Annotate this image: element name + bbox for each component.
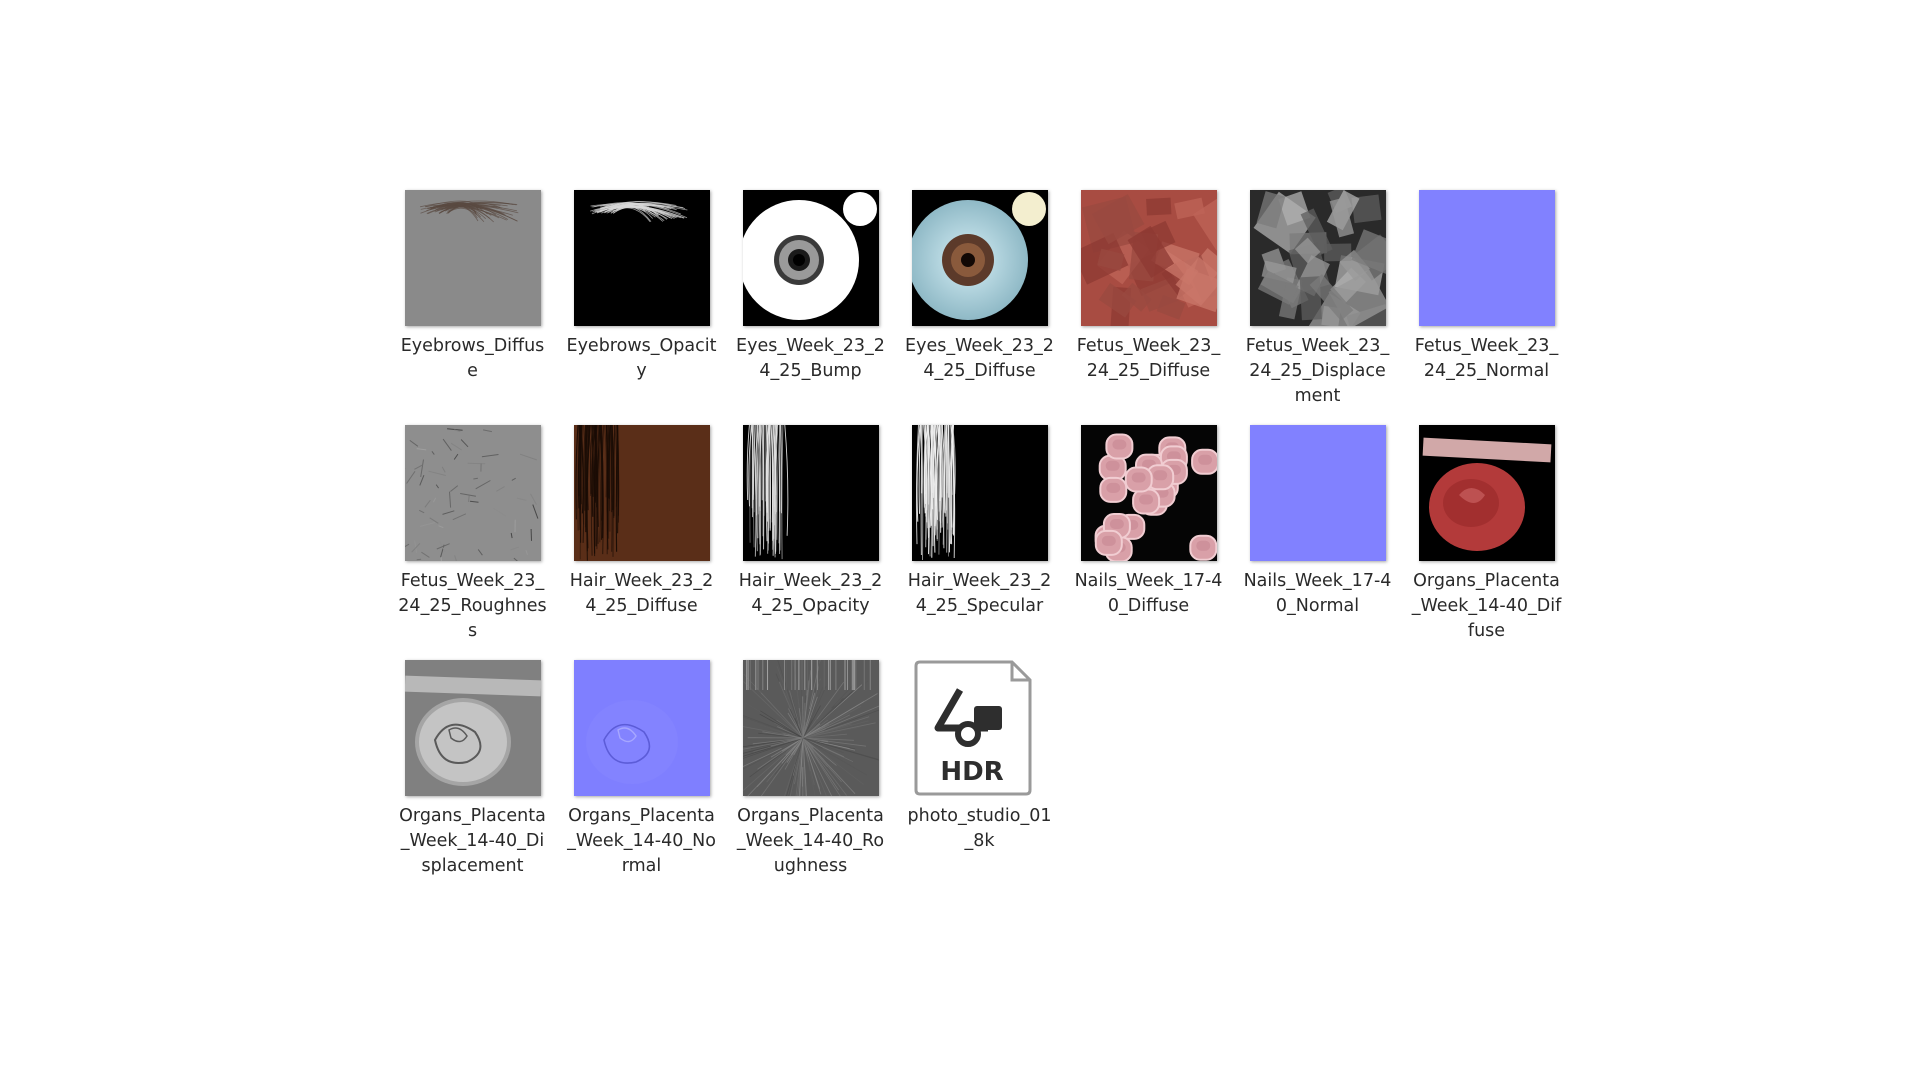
file-item[interactable]: Organs_Placenta_Week_14-40_Normal <box>557 648 726 883</box>
eyes-bump-thumbnail <box>742 190 879 326</box>
file-item[interactable]: Organs_Placenta_Week_14-40_Diffuse <box>1402 413 1571 648</box>
placenta-diffuse-thumbnail <box>1418 425 1555 561</box>
file-name[interactable]: Fetus_Week_23_24_25_Diffuse <box>1073 334 1225 384</box>
hair-opacity-thumbnail <box>742 425 879 561</box>
file-item[interactable]: Organs_Placenta_Week_14-40_Displacement <box>388 648 557 883</box>
file-thumbnail[interactable] <box>742 660 879 796</box>
file-thumbnail[interactable] <box>1080 190 1217 326</box>
file-item[interactable]: Eyes_Week_23_24_25_Bump <box>726 178 895 413</box>
file-thumbnail[interactable] <box>573 190 710 326</box>
file-name[interactable]: Nails_Week_17-40_Normal <box>1242 569 1394 619</box>
file-name[interactable]: Hair_Week_23_24_25_Diffuse <box>566 569 718 619</box>
placenta-roughness-thumbnail <box>742 660 879 796</box>
placenta-displacement-thumbnail <box>404 660 541 796</box>
hdr-badge: HDR <box>940 757 1003 787</box>
normal-map-thumbnail <box>1249 425 1386 561</box>
file-item[interactable]: Hair_Week_23_24_25_Opacity <box>726 413 895 648</box>
file-thumbnail[interactable] <box>911 190 1048 326</box>
file-thumbnail[interactable] <box>573 660 710 796</box>
file-name[interactable]: Eyes_Week_23_24_25_Bump <box>735 334 887 384</box>
fetus-roughness-thumbnail <box>404 425 541 561</box>
file-thumbnail[interactable] <box>404 425 541 561</box>
file-item[interactable]: Fetus_Week_23_24_25_Displacement <box>1233 178 1402 413</box>
file-item[interactable]: Hair_Week_23_24_25_Diffuse <box>557 413 726 648</box>
eyebrows-opacity-thumbnail <box>573 190 710 326</box>
file-thumbnail[interactable] <box>573 425 710 561</box>
file-name[interactable]: Nails_Week_17-40_Diffuse <box>1073 569 1225 619</box>
hair-specular-thumbnail <box>911 425 1048 561</box>
file-name[interactable]: Fetus_Week_23_24_25_Roughness <box>397 569 549 644</box>
file-name[interactable]: Fetus_Week_23_24_25_Displacement <box>1242 334 1394 409</box>
hdr-file-icon: HDR <box>914 660 1031 796</box>
eyebrows-diffuse-thumbnail <box>404 190 541 326</box>
file-item[interactable]: Hair_Week_23_24_25_Specular <box>895 413 1064 648</box>
file-name[interactable]: Organs_Placenta_Week_14-40_Normal <box>566 804 718 879</box>
file-name[interactable]: Organs_Placenta_Week_14-40_Diffuse <box>1411 569 1563 644</box>
file-thumbnail[interactable] <box>742 425 879 561</box>
normal-map-thumbnail <box>1418 190 1555 326</box>
file-name[interactable]: photo_studio_01_8k <box>904 804 1056 854</box>
file-thumbnail[interactable]: HDR <box>912 660 1048 796</box>
file-name[interactable]: Eyebrows_Opacity <box>566 334 718 384</box>
file-item[interactable]: Fetus_Week_23_24_25_Roughness <box>388 413 557 648</box>
file-item[interactable]: Eyebrows_Diffuse <box>388 178 557 413</box>
file-name[interactable]: Hair_Week_23_24_25_Specular <box>904 569 1056 619</box>
hair-diffuse-thumbnail <box>573 425 710 561</box>
file-name[interactable]: Eyes_Week_23_24_25_Diffuse <box>904 334 1056 384</box>
file-name[interactable]: Organs_Placenta_Week_14-40_Displacement <box>397 804 549 879</box>
file-name[interactable]: Hair_Week_23_24_25_Opacity <box>735 569 887 619</box>
file-item[interactable]: Eyes_Week_23_24_25_Diffuse <box>895 178 1064 413</box>
file-thumbnail[interactable] <box>404 660 541 796</box>
file-thumbnail[interactable] <box>911 425 1048 561</box>
file-name[interactable]: Fetus_Week_23_24_25_Normal <box>1411 334 1563 384</box>
file-item[interactable]: Nails_Week_17-40_Diffuse <box>1064 413 1233 648</box>
fetus-displacement-thumbnail <box>1249 190 1386 326</box>
file-item[interactable]: Nails_Week_17-40_Normal <box>1233 413 1402 648</box>
file-grid: Eyebrows_Diffuse Eyebrows_Opacity Eyes_We… <box>388 178 1588 883</box>
file-thumbnail[interactable] <box>1418 425 1555 561</box>
file-thumbnail[interactable] <box>1249 425 1386 561</box>
file-item[interactable]: Fetus_Week_23_24_25_Diffuse <box>1064 178 1233 413</box>
file-item[interactable]: Organs_Placenta_Week_14-40_Roughness <box>726 648 895 883</box>
file-item[interactable]: Eyebrows_Opacity <box>557 178 726 413</box>
file-thumbnail[interactable] <box>1080 425 1217 561</box>
fetus-diffuse-thumbnail <box>1080 190 1217 326</box>
file-name[interactable]: Eyebrows_Diffuse <box>397 334 549 384</box>
file-thumbnail[interactable] <box>1418 190 1555 326</box>
file-thumbnail[interactable] <box>404 190 541 326</box>
file-thumbnail[interactable] <box>1249 190 1386 326</box>
placenta-normal-thumbnail <box>573 660 710 796</box>
file-name[interactable]: Organs_Placenta_Week_14-40_Roughness <box>735 804 887 879</box>
file-item[interactable]: HDR photo_studio_01_8k <box>895 648 1064 883</box>
file-item[interactable]: Fetus_Week_23_24_25_Normal <box>1402 178 1571 413</box>
file-thumbnail[interactable] <box>742 190 879 326</box>
eyes-diffuse-thumbnail <box>911 190 1048 326</box>
nails-diffuse-thumbnail <box>1080 425 1217 561</box>
